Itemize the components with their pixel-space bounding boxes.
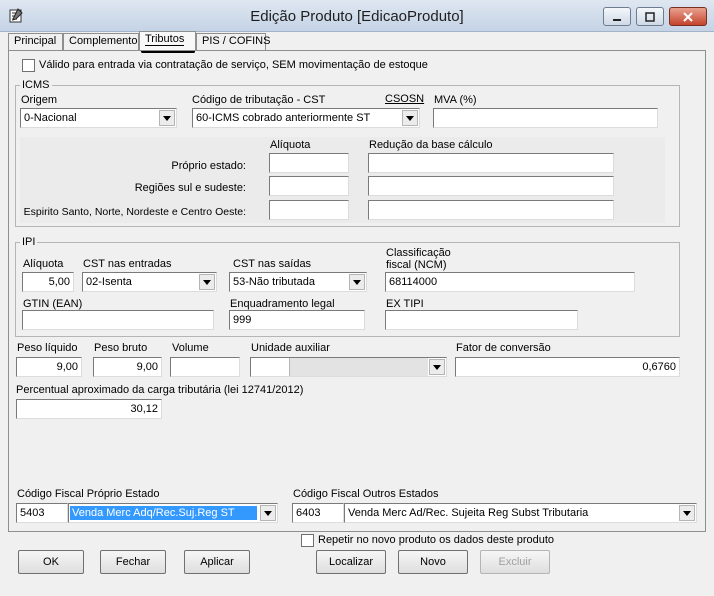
origem-label: Origem: [21, 94, 58, 106]
cfop-proprio-select[interactable]: Venda Merc Adq/Rec.Suj.Reg ST: [68, 503, 278, 523]
aliquota-header: Alíquota: [270, 139, 311, 151]
maximize-button[interactable]: [636, 7, 664, 26]
peso-liquido-label: Peso líquido: [17, 342, 78, 354]
peso-bruto-input[interactable]: 9,00: [93, 357, 162, 377]
tab-pis-cofins[interactable]: PIS / COFINS: [196, 33, 270, 50]
enquadramento-label: Enquadramento legal: [230, 298, 335, 310]
csosn-link[interactable]: CSOSN: [385, 93, 424, 105]
cfop-outros-label: Código Fiscal Outros Estados: [293, 488, 439, 500]
cst-saidas-select[interactable]: 53-Não tributada: [229, 272, 367, 292]
ok-button[interactable]: OK: [18, 550, 84, 574]
volume-input[interactable]: [170, 357, 240, 377]
outras-regioes-aliquota[interactable]: [269, 200, 349, 220]
service-checkbox[interactable]: [22, 59, 35, 72]
cfop-proprio-code[interactable]: 5403: [16, 503, 68, 523]
tab-complemento[interactable]: Complemento: [63, 33, 139, 50]
ncm-label-line2: fiscal (NCM): [386, 259, 447, 271]
unidade-auxiliar-label: Unidade auxiliar: [251, 342, 330, 354]
cst-entradas-select[interactable]: 02-Isenta: [82, 272, 217, 292]
cfop-outros-select[interactable]: Venda Merc Ad/Rec. Sujeita Reg Subst Tri…: [344, 503, 697, 523]
cst-entradas-label: CST nas entradas: [83, 258, 172, 270]
novo-button[interactable]: Novo: [398, 550, 468, 574]
unidade-auxiliar-select[interactable]: [250, 357, 447, 377]
aplicar-button[interactable]: Aplicar: [184, 550, 250, 574]
localizar-button[interactable]: Localizar: [316, 550, 386, 574]
cst-label: Código de tributação - CST: [192, 94, 326, 106]
carga-tributaria-input[interactable]: 30,12: [16, 399, 162, 419]
mva-input[interactable]: [433, 108, 658, 128]
peso-bruto-label: Peso bruto: [94, 342, 148, 354]
cst-saidas-label: CST nas saídas: [233, 258, 312, 270]
mva-label: MVA (%): [434, 94, 477, 106]
reducao-header: Redução da base cálculo: [369, 139, 493, 151]
fator-conversao-label: Fator de conversão: [456, 342, 551, 354]
chevron-down-icon[interactable]: [429, 359, 445, 375]
sul-sudeste-reducao[interactable]: [368, 176, 614, 196]
excluir-button: Excluir: [480, 550, 550, 574]
sul-sudeste-label: Regiões sul e sudeste:: [134, 182, 246, 194]
maximize-icon: [645, 11, 655, 22]
chevron-down-icon[interactable]: [199, 274, 215, 290]
chevron-down-icon[interactable]: [402, 110, 418, 126]
unidade-auxiliar-disabled-area: [289, 358, 428, 376]
tab-principal[interactable]: Principal: [8, 33, 63, 50]
ncm-label-line1: Classificação: [386, 247, 451, 259]
outras-regioes-label: Espirito Santo, Norte, Nordeste e Centro…: [23, 206, 246, 218]
cfop-outros-code[interactable]: 6403: [292, 503, 344, 523]
ipi-aliquota-label: Alíquota: [23, 258, 64, 270]
fator-conversao-input[interactable]: 0,6760: [455, 357, 680, 377]
ipi-aliquota-input[interactable]: 5,00: [22, 272, 74, 292]
carga-tributaria-label: Percentual aproximado da carga tributári…: [16, 384, 304, 396]
close-icon: [683, 11, 693, 22]
proprio-estado-label: Próprio estado:: [171, 160, 246, 172]
peso-liquido-input[interactable]: 9,00: [16, 357, 82, 377]
extipi-label: EX TIPI: [386, 298, 424, 310]
proprio-estado-aliquota[interactable]: [269, 153, 349, 173]
ipi-group-label: IPI: [20, 236, 38, 248]
origem-select[interactable]: 0-Nacional: [20, 108, 177, 128]
minimize-icon: [613, 18, 621, 21]
gtin-input[interactable]: [22, 310, 214, 330]
tab-tributos[interactable]: Tributos: [139, 31, 196, 50]
service-checkbox-label: Válido para entrada via contratação de s…: [39, 59, 428, 71]
chevron-down-icon[interactable]: [159, 110, 175, 126]
cfop-proprio-label: Código Fiscal Próprio Estado: [17, 488, 160, 500]
close-button[interactable]: [669, 7, 707, 26]
ncm-input[interactable]: 68114000: [385, 272, 635, 292]
minimize-button[interactable]: [603, 7, 631, 26]
chevron-down-icon[interactable]: [679, 505, 695, 521]
gtin-label: GTIN (EAN): [23, 298, 83, 310]
extipi-input[interactable]: [385, 310, 578, 330]
icms-group-label: ICMS: [20, 79, 52, 91]
volume-label: Volume: [172, 342, 209, 354]
fechar-button[interactable]: Fechar: [100, 550, 166, 574]
enquadramento-input[interactable]: 999: [229, 310, 365, 330]
outras-regioes-reducao[interactable]: [368, 200, 614, 220]
proprio-estado-reducao[interactable]: [368, 153, 614, 173]
chevron-down-icon[interactable]: [260, 505, 276, 521]
repetir-checkbox-label: Repetir no novo produto os dados deste p…: [318, 534, 555, 546]
cst-select[interactable]: 60-ICMS cobrado anteriormente ST: [192, 108, 420, 128]
chevron-down-icon[interactable]: [349, 274, 365, 290]
repetir-checkbox[interactable]: [301, 534, 314, 547]
sul-sudeste-aliquota[interactable]: [269, 176, 349, 196]
